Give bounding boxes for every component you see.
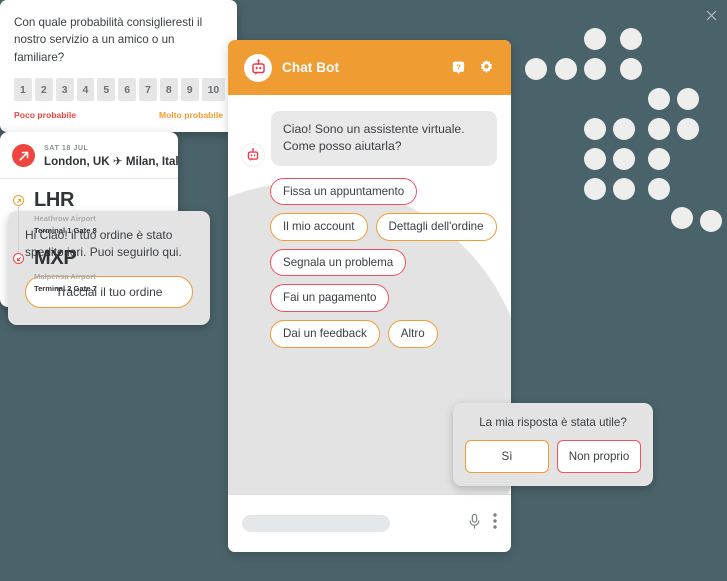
decorative-dot — [613, 178, 635, 200]
nps-rating-button[interactable]: 4 — [76, 78, 95, 102]
decorative-dot — [555, 58, 577, 80]
nps-rating-button[interactable]: 5 — [97, 78, 116, 102]
gear-icon[interactable] — [478, 59, 495, 76]
quick-reply-list: Fissa un appuntamento Il mio account Detta… — [242, 177, 497, 348]
composer-actions — [468, 513, 497, 535]
flight-route: London, UK ✈ Milan, Italy — [44, 155, 178, 169]
flight-leg-arrival: MXP Malpensa Airport Terminal 2 Gate 7 — [12, 248, 166, 293]
nps-rating-button[interactable]: 3 — [55, 78, 74, 102]
departure-code: LHR — [34, 189, 75, 212]
nps-rating-button[interactable]: 10 — [201, 78, 226, 102]
more-vertical-icon[interactable] — [493, 513, 497, 534]
departure-ring-icon — [12, 190, 25, 235]
decorative-dot — [584, 118, 606, 140]
decorative-dot — [648, 118, 670, 140]
flight-date: SAT 18 JUL — [44, 143, 89, 153]
decorative-dot — [671, 207, 693, 229]
close-icon[interactable] — [706, 10, 717, 23]
departure-gate: Terminal 1 Gate 8 — [34, 226, 97, 236]
nps-rating-button[interactable]: 8 — [159, 78, 178, 102]
decorative-dot — [620, 28, 642, 50]
nps-legend-high: Molto probabile — [159, 110, 223, 121]
decorative-dot — [584, 28, 606, 50]
quick-reply-chip[interactable]: Dai un feedback — [270, 320, 380, 348]
decorative-dot — [677, 118, 699, 140]
nps-legend-low: Poco probabile — [14, 110, 77, 121]
decorative-dot — [677, 88, 699, 110]
nps-rating-button[interactable]: 7 — [139, 78, 157, 102]
help-icon[interactable]: ? — [451, 60, 466, 75]
message-input[interactable] — [242, 515, 390, 532]
nps-rating-button[interactable]: 6 — [118, 78, 137, 102]
quick-reply-chip[interactable]: Altro — [387, 320, 438, 348]
nps-legend: Poco probabile Molto probabile — [14, 110, 223, 120]
nps-rating-button[interactable]: 2 — [34, 78, 53, 102]
chat-header: Chat Bot ? — [228, 40, 511, 95]
robot-icon — [242, 143, 264, 166]
decorative-dot — [700, 210, 722, 232]
nps-question: Con quale probabilità consiglieresti il … — [14, 16, 203, 64]
decorative-dot — [648, 148, 670, 170]
decorative-dot — [584, 178, 606, 200]
screenshot-stage: Chat Bot ? Ciao! Sono un assistente virt… — [0, 0, 727, 581]
decorative-dot — [648, 88, 670, 110]
arrival-airport: Malpensa Airport — [34, 272, 96, 282]
decorative-dot — [613, 148, 635, 170]
nps-survey-card: Con quale probabilità consiglieresti il … — [0, 0, 717, 133]
decorative-dot — [584, 58, 606, 80]
arrival-gate: Terminal 2 Gate 7 — [34, 284, 97, 294]
nps-rating-button[interactable]: 1 — [14, 78, 32, 102]
flight-leg-departure: LHR Heathrow Airport Terminal 1 Gate 8 — [12, 190, 166, 235]
nps-rating-button[interactable]: 9 — [180, 78, 199, 102]
feedback-question: La mia risposta è stata utile? — [479, 416, 627, 429]
decorative-dot — [620, 58, 642, 80]
bot-message-bubble: Ciao! Sono un assistente virtuale. Come … — [271, 111, 497, 166]
robot-icon — [244, 53, 272, 82]
quick-reply-chip[interactable]: Fai un pagamento — [270, 284, 390, 313]
quick-reply-chip[interactable]: Il mio account — [270, 213, 368, 241]
quick-reply-chip[interactable]: Dettagli dell'ordine — [375, 213, 497, 241]
flight-itinerary-card: SAT 18 JUL London, UK ✈ Milan, Italy LHR… — [0, 132, 178, 308]
departure-airport: Heathrow Airport — [34, 214, 96, 224]
helpful-feedback-card: La mia risposta è stata utile? Sì Non pr… — [453, 403, 653, 486]
decorative-dot — [613, 118, 635, 140]
svg-text:?: ? — [456, 63, 461, 72]
chat-title: Chat Bot — [282, 60, 340, 75]
chat-scroll-container: Ciao! Sono un assistente virtuale. Come … — [228, 95, 511, 348]
chat-composer — [228, 494, 511, 552]
nps-rating-scale: 1 2 3 4 5 6 7 8 9 10 — [14, 78, 226, 102]
arrival-ring-icon — [12, 248, 25, 293]
flight-legs: LHR Heathrow Airport Terminal 1 Gate 8 M… — [0, 179, 178, 307]
quick-reply-chip[interactable]: Segnala un problema — [270, 248, 407, 277]
decorative-dot — [648, 178, 670, 200]
bot-message: Ciao! Sono un assistente virtuale. Come … — [242, 111, 497, 166]
decorative-dot — [584, 148, 606, 170]
flight-card-header: SAT 18 JUL London, UK ✈ Milan, Italy — [0, 132, 178, 180]
airplane-icon — [12, 144, 35, 168]
arrival-code: MXP — [34, 247, 77, 270]
quick-reply-chip[interactable]: Fissa un appuntamento — [270, 177, 418, 206]
feedback-buttons: Sì Non proprio — [465, 440, 641, 473]
feedback-no-button[interactable]: Non proprio — [557, 440, 641, 473]
decorative-dot — [525, 58, 547, 80]
feedback-yes-button[interactable]: Sì — [465, 440, 549, 473]
microphone-icon[interactable] — [468, 513, 481, 535]
